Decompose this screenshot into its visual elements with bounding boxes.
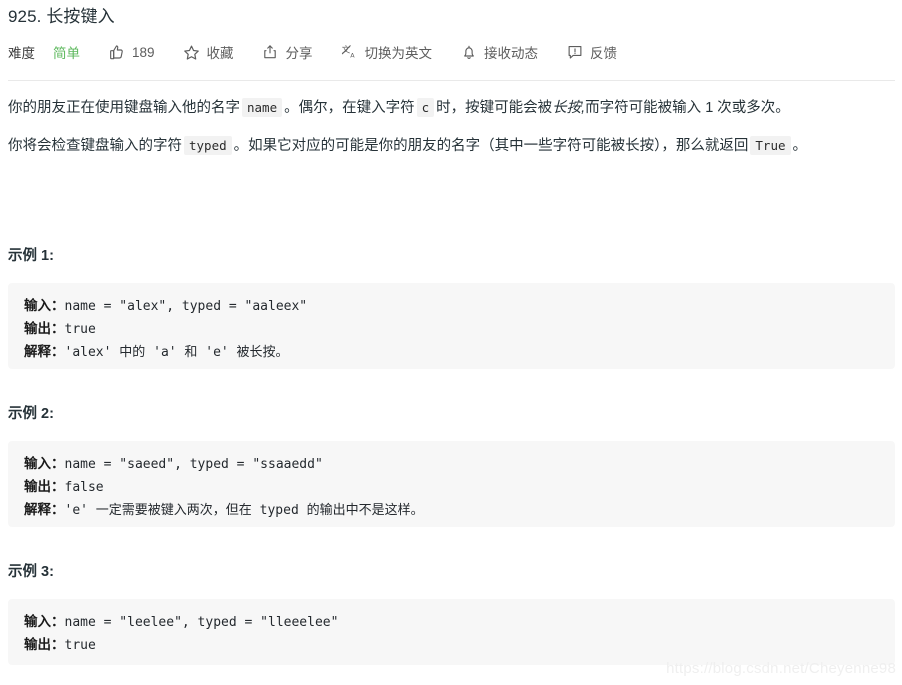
like-button[interactable]: 189	[108, 40, 155, 64]
description-paragraph-1: 你的朋友正在使用键盘输入他的名字 name 。偶尔，在键入字符 c 时，按键可能会被长按…	[8, 92, 896, 124]
inline-code-typed: typed	[184, 136, 232, 155]
svg-text:A: A	[350, 52, 355, 60]
share-button[interactable]: 分享	[262, 40, 313, 64]
feedback-label: 反馈	[590, 46, 618, 61]
problem-number: 925.	[8, 7, 42, 26]
example-2-explain-label: 解释：	[24, 502, 65, 517]
example-2-output-label: 输出：	[24, 479, 65, 494]
example-1-codeblock: 输入：name = "alex", typed = "aaleex" 输出：tr…	[8, 283, 895, 369]
desc-p1-emphasis: 长按,	[552, 100, 586, 116]
star-icon	[183, 44, 200, 61]
example-2-explain-line: 解释：'e' 一定需要被键入两次，但在 typed 的输出中不是这样。	[24, 499, 879, 522]
translate-label: 切换为英文	[364, 46, 433, 61]
example-2-output-value: false	[64, 480, 104, 495]
problem-description: 你的朋友正在使用键盘输入他的名字 name 。偶尔，在键入字符 c 时，按键可能会被长按…	[8, 92, 896, 168]
example-2-explain-value: 'e' 一定需要被键入两次，但在 typed 的输出中不是这样。	[64, 503, 424, 518]
example-1-input-line: 输入：name = "alex", typed = "aaleex"	[24, 295, 879, 318]
example-2-input-label: 输入：	[24, 456, 65, 471]
example-2-output-line: 输出：false	[24, 476, 879, 499]
problem-title-text: 长按键入	[46, 7, 115, 26]
example-1-explain-line: 解释：'alex' 中的 'a' 和 'e' 被长按。	[24, 341, 879, 364]
inline-code-true: True	[750, 136, 791, 155]
example-1-input-value: name = "alex", typed = "aaleex"	[64, 299, 308, 314]
example-1-output-value: true	[64, 322, 96, 337]
example-1-explain-value: 'alex' 中的 'a' 和 'e' 被长按。	[64, 345, 289, 360]
example-1-heading: 示例 1:	[8, 248, 54, 264]
header-divider	[8, 80, 895, 81]
feedback-icon	[566, 44, 583, 61]
thumbs-up-icon	[108, 44, 125, 61]
desc-p1-part-a: 你的朋友正在使用键盘输入他的名字	[8, 100, 240, 116]
example-2-codeblock: 输入：name = "saeed", typed = "ssaaedd" 输出：…	[8, 441, 895, 527]
notify-label: 接收动态	[484, 46, 539, 61]
difficulty-label: 难度	[8, 46, 35, 61]
favorite-button[interactable]: 收藏	[183, 40, 234, 64]
difficulty-badge: 简单	[53, 40, 80, 64]
example-1-input-label: 输入：	[24, 298, 65, 313]
example-3-input-label: 输入：	[24, 614, 65, 629]
inline-code-name: name	[242, 98, 283, 117]
desc-p2-part-a: 你将会检查键盘输入的字符	[8, 138, 182, 154]
example-1-output-line: 输出：true	[24, 318, 879, 341]
desc-p1-part-d: 而字符可能被输入 1 次或多次。	[585, 100, 790, 116]
example-1-output-label: 输出：	[24, 321, 65, 336]
desc-p2-part-c: 。	[792, 138, 808, 154]
example-2-input-line: 输入：name = "saeed", typed = "ssaaedd"	[24, 453, 879, 476]
feedback-button[interactable]: 反馈	[566, 40, 617, 64]
example-3-heading: 示例 3:	[8, 564, 54, 580]
desc-p1-part-c: 时，按键可能会被	[436, 100, 553, 116]
site-watermark: https://blog.csdn.net/Cheyenne98	[666, 660, 896, 677]
example-3-codeblock: 输入：name = "leelee", typed = "lleeelee" 输…	[8, 599, 895, 665]
bell-icon	[460, 44, 477, 61]
example-3-output-label: 输出：	[24, 637, 65, 652]
description-paragraph-2: 你将会检查键盘输入的字符 typed 。如果它对应的可能是你的朋友的名字（其中一些字…	[8, 130, 896, 162]
example-3-input-value: name = "leelee", typed = "lleeelee"	[64, 615, 339, 630]
example-1-explain-label: 解释：	[24, 344, 65, 359]
problem-toolbar: 难度 简单 189 收藏 分享 文 A 切换为英文 接收动态 反馈	[8, 38, 645, 66]
desc-p2-part-b: 。如果它对应的可能是你的朋友的名字（其中一些字符可能被长按），那么就返回	[233, 138, 749, 154]
problem-page: 925. 长按键入 难度 简单 189 收藏 分享 文 A 切换为英文 接收动态…	[0, 0, 902, 685]
desc-p1-part-b: 。偶尔，在键入字符	[284, 100, 415, 116]
like-count: 189	[132, 44, 155, 60]
favorite-label: 收藏	[206, 46, 234, 61]
difficulty-group: 难度	[8, 40, 35, 64]
difficulty-value: 简单	[53, 46, 80, 61]
example-2-input-value: name = "saeed", typed = "ssaaedd"	[64, 457, 323, 472]
notify-button[interactable]: 接收动态	[460, 40, 538, 64]
share-label: 分享	[285, 46, 313, 61]
share-icon	[262, 44, 279, 61]
translate-icon: 文 A	[341, 44, 358, 61]
example-3-input-line: 输入：name = "leelee", typed = "lleeelee"	[24, 611, 879, 634]
page-title: 925. 长按键入	[8, 4, 115, 30]
example-3-output-line: 输出：true	[24, 634, 879, 657]
example-3-output-value: true	[64, 638, 96, 653]
inline-code-c: c	[416, 98, 435, 117]
translate-button[interactable]: 文 A 切换为英文	[341, 40, 433, 64]
example-2-heading: 示例 2:	[8, 406, 54, 422]
